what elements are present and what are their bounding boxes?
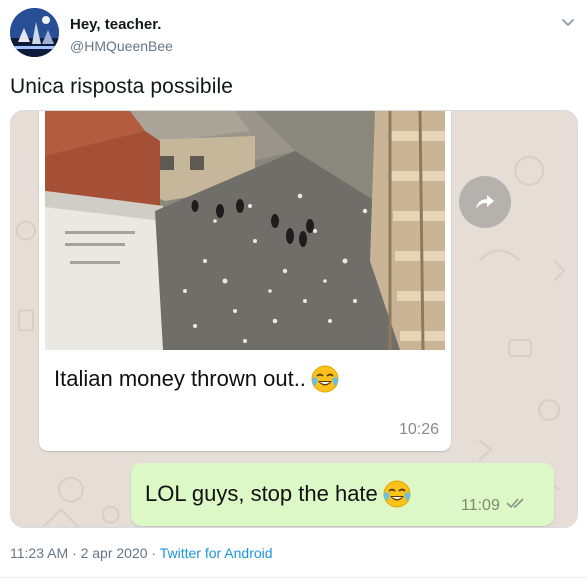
outgoing-message: LOL guys, stop the hate: [145, 479, 412, 509]
shared-photo[interactable]: [45, 111, 445, 350]
tweet-text: Unica risposta possibile: [10, 75, 234, 98]
display-name[interactable]: Hey, teacher.: [70, 16, 161, 33]
tweet-media-image[interactable]: Italian money thrown out.. 10:26 LOL guy: [10, 110, 578, 528]
tweet-header: Hey, teacher. @HMQueenBee: [10, 6, 577, 58]
divider: [0, 577, 587, 578]
chevron-down-icon[interactable]: [559, 14, 577, 32]
meta-separator: ·: [151, 545, 157, 561]
outgoing-message-text: LOL guys, stop the hate: [145, 481, 378, 506]
double-check-icon: [506, 496, 528, 515]
forward-icon[interactable]: [459, 176, 511, 228]
face-with-tears-of-joy-icon: [310, 364, 340, 394]
outgoing-message-bubble[interactable]: LOL guys, stop the hate 11:09: [131, 463, 554, 526]
incoming-timestamp: 10:26: [398, 421, 439, 438]
tweet-time[interactable]: 11:23 AM: [10, 545, 68, 561]
incoming-caption-text: Italian money thrown out..: [54, 366, 306, 391]
meta-separator: ·: [72, 545, 77, 561]
tweet-date[interactable]: 2 apr 2020: [81, 545, 148, 561]
incoming-caption: Italian money thrown out..: [54, 364, 340, 394]
tweet-source-link[interactable]: Twitter for Android: [160, 545, 273, 561]
outgoing-meta: 11:09: [461, 496, 528, 515]
outgoing-timestamp: 11:09: [461, 496, 500, 514]
avatar[interactable]: [10, 8, 59, 57]
incoming-message-bubble[interactable]: Italian money thrown out.. 10:26: [39, 111, 451, 451]
user-handle[interactable]: @HMQueenBee: [70, 38, 173, 54]
tweet-metadata: 11:23 AM · 2 apr 2020 · Twitter for Andr…: [10, 545, 273, 561]
face-with-tears-of-joy-icon: [382, 479, 412, 509]
